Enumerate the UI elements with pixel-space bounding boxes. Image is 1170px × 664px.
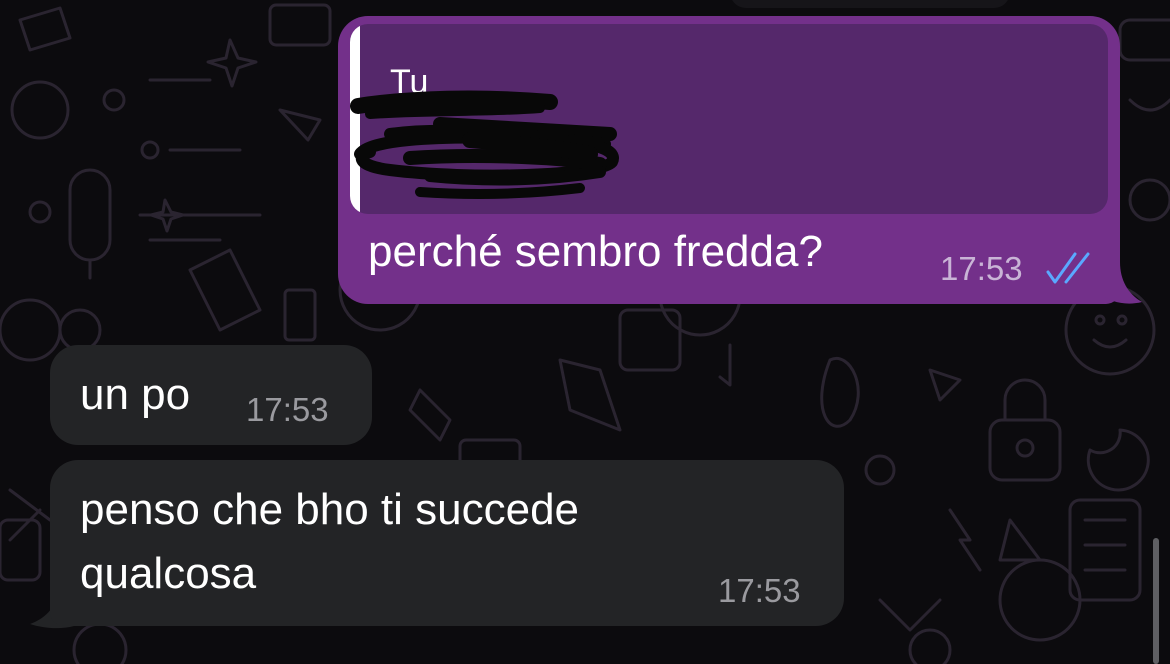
quoted-reply[interactable]: Tu: [350, 24, 1108, 214]
message-time: 17:53: [718, 572, 801, 609]
previous-message-edge: [730, 0, 1010, 8]
message-time: 17:53: [940, 250, 1023, 287]
message-text: un po: [80, 370, 191, 419]
outgoing-message-bubble[interactable]: Tu perché sembro fredda? 17:53: [338, 16, 1120, 304]
message-time: 17:53: [246, 391, 329, 428]
double-check-read-icon: [1046, 252, 1090, 284]
chat-area[interactable]: Tu perché sembro fredda? 17:53 un po 17:…: [0, 0, 1170, 664]
outgoing-bubble-tail: [1100, 262, 1142, 304]
incoming-message-bubble[interactable]: penso che bho ti succede qualcosa 17:53: [50, 460, 844, 626]
message-text: penso che bho ti succede qualcosa: [80, 485, 580, 598]
scrollbar[interactable]: [1153, 538, 1159, 664]
message-text: perché sembro fredda?: [368, 227, 823, 276]
incoming-message-bubble[interactable]: un po 17:53: [50, 345, 372, 445]
redaction-scribble: [350, 90, 619, 200]
